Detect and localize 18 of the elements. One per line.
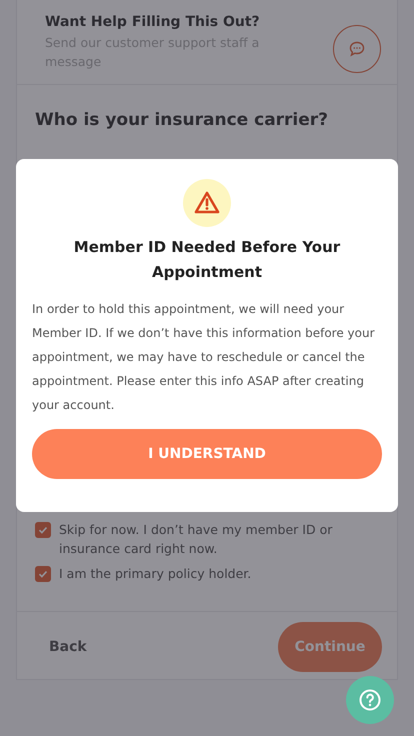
checkbox-label: I am the primary policy holder. — [59, 565, 252, 583]
checkbox[interactable] — [35, 522, 51, 538]
question-heading: Who is your insurance carrier? — [35, 109, 330, 131]
understand-button[interactable]: I UNDERSTAND — [32, 429, 382, 479]
continue-button[interactable]: Continue — [278, 622, 382, 672]
checkmark-icon — [37, 524, 49, 536]
help-button[interactable] — [346, 676, 394, 724]
chat-bubble-icon — [348, 40, 366, 58]
back-button[interactable]: Back — [33, 629, 103, 665]
help-title: Want Help Filling This Out? — [45, 14, 261, 30]
dialog-title: Member ID Needed Before Your Appointment — [72, 237, 342, 283]
warning-icon — [183, 179, 231, 227]
checkbox[interactable] — [35, 566, 51, 582]
dialog-message: In order to hold this appointment, we will need your Member ID. If we don’t have this information before your appointment, we may have to reschedule or cancel the appointment. Please enter this info ASAP after creating your account. — [32, 301, 376, 414]
question-mark-icon — [358, 688, 382, 712]
chat-button[interactable] — [333, 25, 381, 73]
checkbox-label: Skip for now. I don’t have my member ID or insurance card right now. — [59, 521, 334, 558]
checkmark-icon — [37, 568, 49, 580]
